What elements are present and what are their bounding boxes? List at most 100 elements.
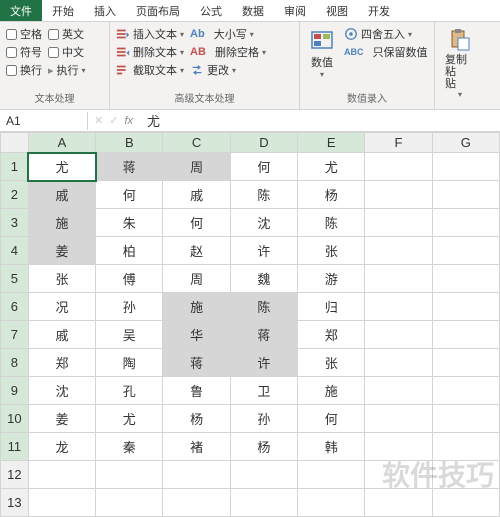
row-header-8[interactable]: 8 (1, 349, 29, 377)
case-button[interactable]: Ab 大小写▾ (190, 26, 266, 42)
cell-D12[interactable] (230, 461, 297, 489)
cell-A13[interactable] (28, 489, 95, 517)
cell-A10[interactable]: 姜 (28, 405, 95, 433)
cell-B8[interactable]: 陶 (96, 349, 163, 377)
cell-E5[interactable]: 游 (298, 265, 365, 293)
cell-E9[interactable]: 施 (298, 377, 365, 405)
delete-text-button[interactable]: 删除文本▾ (116, 44, 184, 60)
name-box[interactable]: A1 (0, 112, 88, 130)
cell-D5[interactable]: 魏 (230, 265, 297, 293)
cell-G7[interactable] (432, 321, 499, 349)
copy-paste-button[interactable]: 复制粘 贴▾ (441, 26, 479, 101)
cell-D11[interactable]: 杨 (230, 433, 297, 461)
cell-G12[interactable] (432, 461, 499, 489)
row-header-5[interactable]: 5 (1, 265, 29, 293)
cell-G4[interactable] (432, 237, 499, 265)
cell-D4[interactable]: 许 (230, 237, 297, 265)
cell-G6[interactable] (432, 293, 499, 321)
check-symbol[interactable]: 符号 (6, 44, 42, 60)
cell-F3[interactable] (365, 209, 432, 237)
cell-E12[interactable] (298, 461, 365, 489)
cell-G9[interactable] (432, 377, 499, 405)
cell-A11[interactable]: 龙 (28, 433, 95, 461)
tab-review[interactable]: 审阅 (274, 0, 316, 21)
col-header-E[interactable]: E (298, 133, 365, 153)
tab-data[interactable]: 数据 (232, 0, 274, 21)
cell-F11[interactable] (365, 433, 432, 461)
change-button[interactable]: 更改▾ (190, 62, 266, 78)
trim-text-button[interactable]: 截取文本▾ (116, 62, 184, 78)
cell-F6[interactable] (365, 293, 432, 321)
cell-E7[interactable]: 郑 (298, 321, 365, 349)
select-all-corner[interactable] (1, 133, 29, 153)
cell-E3[interactable]: 陈 (298, 209, 365, 237)
cell-C7[interactable]: 华 (163, 321, 230, 349)
tab-view[interactable]: 视图 (316, 0, 358, 21)
row-header-7[interactable]: 7 (1, 321, 29, 349)
tab-insert[interactable]: 插入 (84, 0, 126, 21)
cell-E10[interactable]: 何 (298, 405, 365, 433)
col-header-A[interactable]: A (28, 133, 95, 153)
col-header-G[interactable]: G (432, 133, 499, 153)
cell-E2[interactable]: 杨 (298, 181, 365, 209)
cell-A1[interactable]: 尤 (28, 153, 95, 181)
cell-B13[interactable] (96, 489, 163, 517)
fx-icon[interactable]: fx (124, 115, 133, 127)
check-newline[interactable]: 换行 (6, 62, 42, 78)
cell-G3[interactable] (432, 209, 499, 237)
cell-B10[interactable]: 尤 (96, 405, 163, 433)
cell-F13[interactable] (365, 489, 432, 517)
cell-B12[interactable] (96, 461, 163, 489)
cell-G8[interactable] (432, 349, 499, 377)
cell-D7[interactable]: 蒋 (230, 321, 297, 349)
tab-file[interactable]: 文件 (0, 0, 42, 21)
cell-B4[interactable]: 柏 (96, 237, 163, 265)
cell-B2[interactable]: 何 (96, 181, 163, 209)
cancel-icon[interactable]: ✕ (94, 114, 103, 127)
cell-B11[interactable]: 秦 (96, 433, 163, 461)
cell-D2[interactable]: 陈 (230, 181, 297, 209)
cell-A9[interactable]: 沈 (28, 377, 95, 405)
cell-G10[interactable] (432, 405, 499, 433)
cell-G5[interactable] (432, 265, 499, 293)
cell-F12[interactable] (365, 461, 432, 489)
tab-formula[interactable]: 公式 (190, 0, 232, 21)
cell-C2[interactable]: 戚 (163, 181, 230, 209)
row-header-10[interactable]: 10 (1, 405, 29, 433)
cell-A5[interactable]: 张 (28, 265, 95, 293)
formula-input[interactable]: 尤 (139, 109, 168, 132)
tab-home[interactable]: 开始 (42, 0, 84, 21)
cell-F2[interactable] (365, 181, 432, 209)
col-header-F[interactable]: F (365, 133, 432, 153)
cell-C5[interactable]: 周 (163, 265, 230, 293)
cell-E11[interactable]: 韩 (298, 433, 365, 461)
cell-C6[interactable]: 施 (163, 293, 230, 321)
cell-C8[interactable]: 蒋 (163, 349, 230, 377)
cell-A7[interactable]: 戚 (28, 321, 95, 349)
row-header-11[interactable]: 11 (1, 433, 29, 461)
cell-C4[interactable]: 赵 (163, 237, 230, 265)
round-button[interactable]: 四舍五入▾ (344, 26, 428, 42)
row-header-9[interactable]: 9 (1, 377, 29, 405)
cell-C10[interactable]: 杨 (163, 405, 230, 433)
row-header-3[interactable]: 3 (1, 209, 29, 237)
number-button[interactable]: 数值▾ (306, 26, 338, 81)
tab-dev[interactable]: 开发 (358, 0, 400, 21)
cell-F7[interactable] (365, 321, 432, 349)
cell-A3[interactable]: 施 (28, 209, 95, 237)
cell-B3[interactable]: 朱 (96, 209, 163, 237)
row-header-4[interactable]: 4 (1, 237, 29, 265)
cell-E13[interactable] (298, 489, 365, 517)
cell-D13[interactable] (230, 489, 297, 517)
row-header-2[interactable]: 2 (1, 181, 29, 209)
cell-F1[interactable] (365, 153, 432, 181)
cell-C3[interactable]: 何 (163, 209, 230, 237)
cell-A4[interactable]: 姜 (28, 237, 95, 265)
row-header-6[interactable]: 6 (1, 293, 29, 321)
cell-C9[interactable]: 鲁 (163, 377, 230, 405)
cell-G2[interactable] (432, 181, 499, 209)
col-header-B[interactable]: B (96, 133, 163, 153)
cell-D9[interactable]: 卫 (230, 377, 297, 405)
row-header-12[interactable]: 12 (1, 461, 29, 489)
delete-space-button[interactable]: AB 删除空格▾ (190, 44, 266, 60)
